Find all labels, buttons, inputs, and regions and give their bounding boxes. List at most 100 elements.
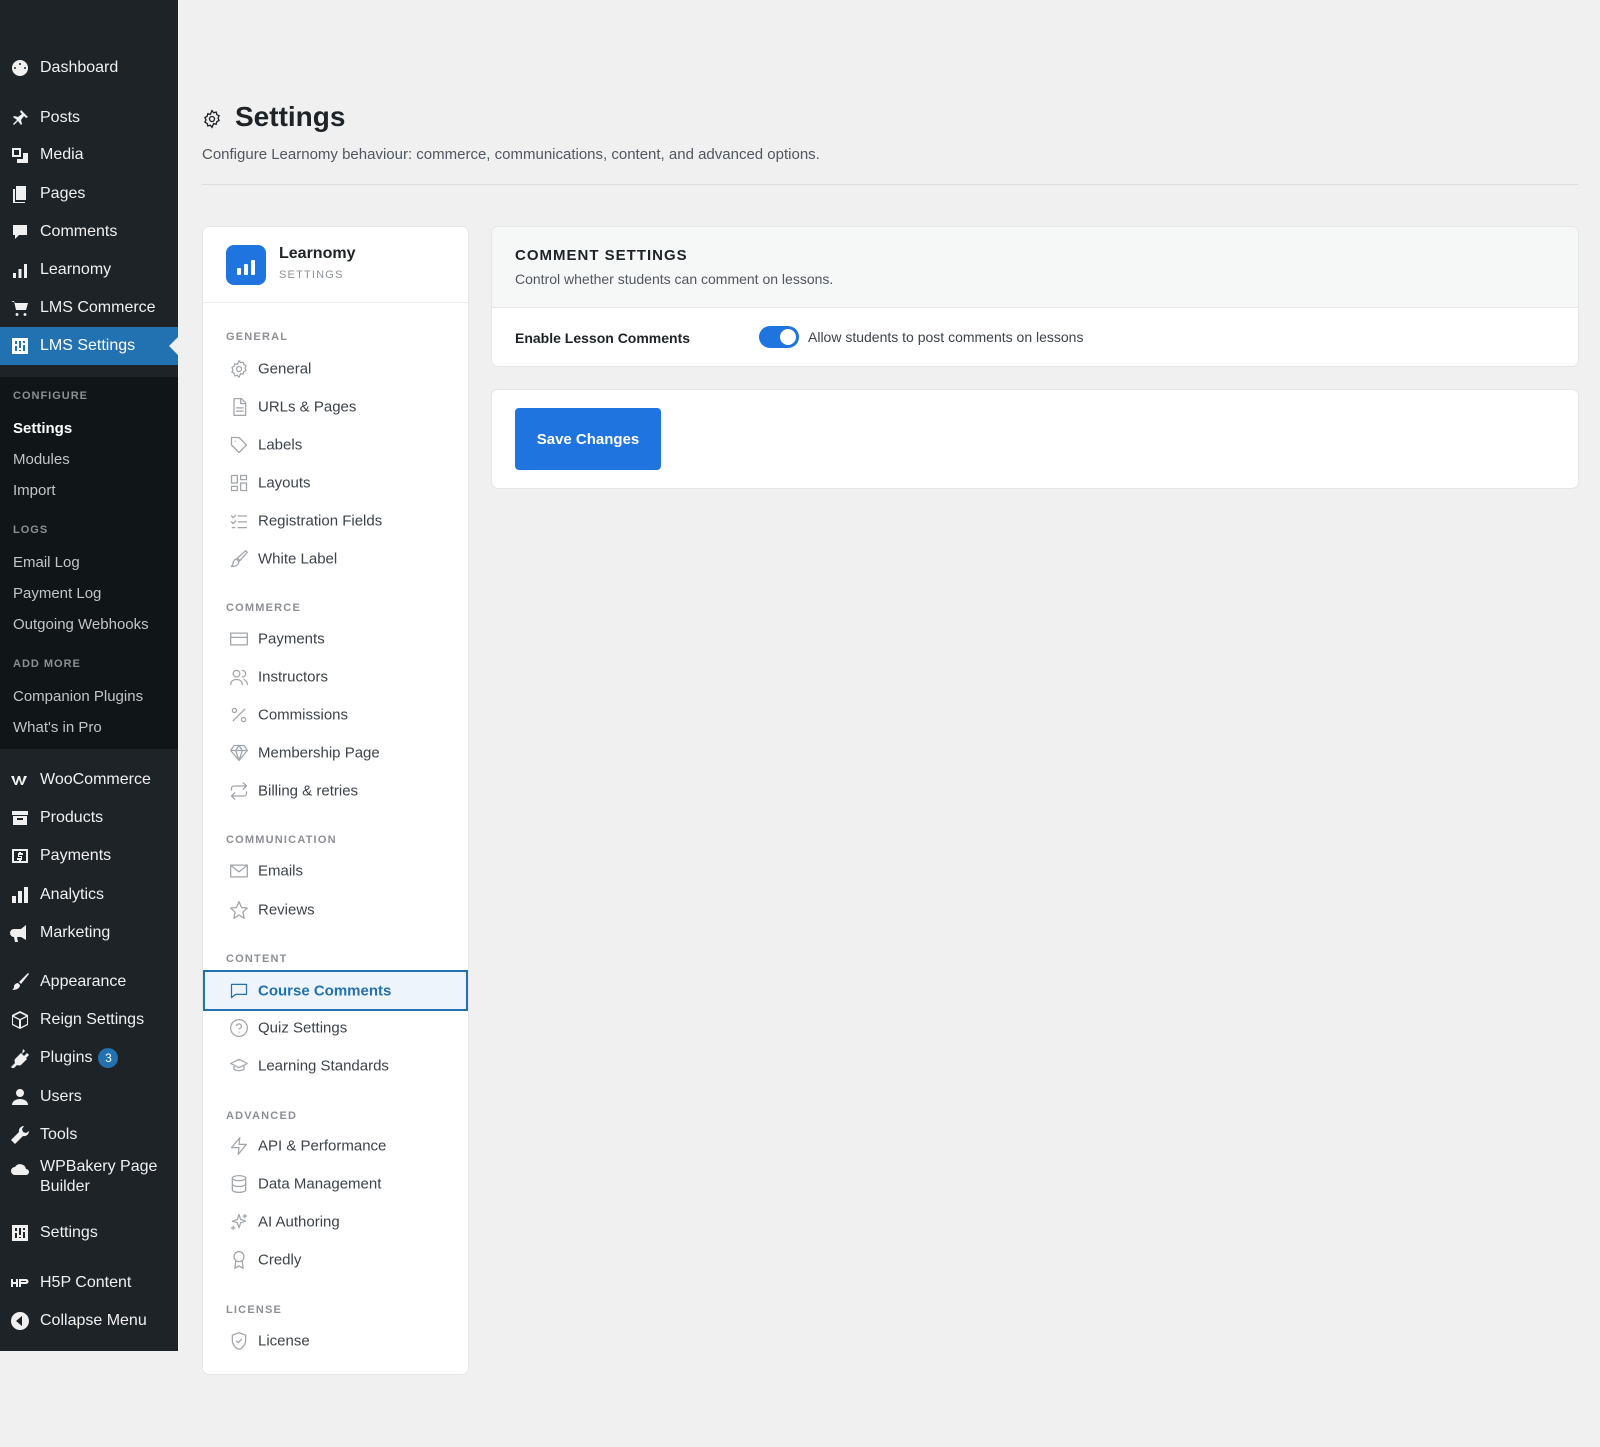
comment-icon: [229, 981, 249, 1001]
menu-settings[interactable]: Settings: [0, 1214, 178, 1252]
save-changes-button[interactable]: Save Changes: [515, 408, 661, 470]
nav-item-layouts[interactable]: Layouts: [203, 464, 468, 502]
document-icon: [229, 397, 249, 417]
comment-bubble-icon: [10, 222, 30, 242]
nav-item-emails[interactable]: Emails: [203, 852, 468, 890]
menu-users-label: Users: [40, 1088, 82, 1105]
nav-item-payments[interactable]: Payments: [203, 620, 468, 658]
enable-lesson-comments-toggle[interactable]: [759, 326, 799, 348]
nav-heading-general: GENERAL: [226, 331, 289, 343]
pin-icon: [10, 108, 30, 128]
archive-box-icon: [10, 808, 30, 828]
menu-learnomy-label: Learnomy: [40, 261, 112, 278]
submenu-email-log[interactable]: Email Log: [13, 554, 80, 571]
credit-card-icon: [229, 629, 249, 649]
menu-dashboard-label: Dashboard: [40, 59, 119, 76]
menu-lms-settings-label: LMS Settings: [40, 337, 136, 354]
nav-item-label: URLs & Pages: [258, 398, 357, 416]
wpbakery-label-line2: Builder: [40, 1178, 90, 1195]
menu-analytics[interactable]: Analytics: [0, 876, 178, 914]
menu-marketing[interactable]: Marketing: [0, 914, 178, 952]
nav-item-commissions[interactable]: Commissions: [203, 696, 468, 734]
wpbakery-label-line1: WPBakery Page: [40, 1158, 158, 1175]
nav-brand: Learnomy SETTINGS: [203, 227, 468, 303]
settings-sliders-icon: [10, 336, 30, 356]
nav-item-label: Learning Standards: [258, 1057, 389, 1075]
nav-item-registration-fields[interactable]: Registration Fields: [203, 502, 468, 540]
page-description: Configure Learnomy behaviour: commerce, …: [202, 146, 820, 163]
menu-woocommerce[interactable]: WooCommerce: [0, 761, 178, 799]
tag-icon: [229, 435, 249, 455]
menu-collapse[interactable]: Collapse Menu: [0, 1302, 178, 1340]
menu-appearance[interactable]: Appearance: [0, 963, 178, 1001]
nav-item-billing-retries[interactable]: Billing & retries: [203, 772, 468, 810]
menu-tools[interactable]: Tools: [0, 1116, 178, 1154]
card-title: COMMENT SETTINGS: [515, 247, 688, 264]
nav-item-data-management[interactable]: Data Management: [203, 1165, 468, 1203]
submenu-payment-log[interactable]: Payment Log: [13, 585, 101, 602]
menu-plugins-label: Plugins 3: [40, 1048, 119, 1068]
nav-item-credly[interactable]: Credly: [203, 1241, 468, 1279]
lightning-icon: [229, 1136, 249, 1156]
menu-products[interactable]: Products: [0, 799, 178, 837]
menu-reign-settings[interactable]: Reign Settings: [0, 1001, 178, 1039]
nav-item-api-performance[interactable]: API & Performance: [203, 1127, 468, 1165]
menu-comments-label: Comments: [40, 223, 118, 240]
submenu-companion-plugins[interactable]: Companion Plugins: [13, 688, 143, 705]
nav-item-ai-authoring[interactable]: AI Authoring: [203, 1203, 468, 1241]
nav-heading-commerce: COMMERCE: [226, 602, 301, 614]
user-icon: [10, 1087, 30, 1107]
nav-item-label: Emails: [258, 862, 304, 880]
submenu-settings[interactable]: Settings: [13, 420, 72, 437]
page-title: Settings: [235, 101, 346, 132]
nav-item-reviews[interactable]: Reviews: [203, 891, 468, 929]
nav-item-membership-page[interactable]: Membership Page: [203, 734, 468, 772]
menu-dashboard[interactable]: Dashboard: [0, 49, 178, 87]
menu-appearance-label: Appearance: [40, 973, 127, 990]
nav-item-label: API & Performance: [258, 1137, 387, 1155]
nav-item-license[interactable]: License: [203, 1322, 468, 1360]
menu-users[interactable]: Users: [0, 1078, 178, 1116]
submenu-whats-in-pro[interactable]: What's in Pro: [13, 719, 102, 736]
save-card: Save Changes: [492, 390, 1578, 488]
nav-item-general[interactable]: General: [203, 350, 468, 388]
menu-media[interactable]: Media: [0, 136, 178, 174]
dashboard-icon: [10, 58, 30, 78]
menu-wpbakery[interactable]: WPBakery Page Builder: [0, 1153, 178, 1201]
nav-item-labels[interactable]: Labels: [203, 426, 468, 464]
menu-plugins[interactable]: Plugins 3: [0, 1039, 178, 1077]
comment-settings-card: COMMENT SETTINGS Control whether student…: [492, 227, 1578, 366]
h5p-icon: [10, 1273, 30, 1293]
menu-h5p[interactable]: H5P Content: [0, 1264, 178, 1302]
nav-item-white-label[interactable]: White Label: [203, 540, 468, 578]
menu-pages[interactable]: Pages: [0, 175, 178, 213]
card-header: COMMENT SETTINGS Control whether student…: [492, 227, 1578, 308]
menu-learnomy[interactable]: Learnomy: [0, 251, 178, 289]
award-ribbon-icon: [229, 1250, 249, 1270]
menu-comments[interactable]: Comments: [0, 213, 178, 251]
nav-item-instructors[interactable]: Instructors: [203, 658, 468, 696]
nav-item-label: License: [258, 1332, 310, 1350]
menu-lms-settings[interactable]: LMS Settings: [0, 327, 178, 365]
plug-icon: [10, 1048, 30, 1068]
menu-payments[interactable]: Payments: [0, 837, 178, 875]
submenu-modules[interactable]: Modules: [13, 451, 70, 468]
dollar-icon: [10, 846, 30, 866]
nav-item-label: White Label: [258, 550, 338, 568]
menu-wpbakery-label: WPBakery Page Builder: [40, 1157, 157, 1197]
menu-lms-commerce[interactable]: LMS Commerce: [0, 289, 178, 327]
nav-item-learning-standards[interactable]: Learning Standards: [203, 1047, 468, 1085]
submenu-outgoing-webhooks[interactable]: Outgoing Webhooks: [13, 616, 149, 633]
diamond-icon: [229, 743, 249, 763]
menu-posts[interactable]: Posts: [0, 99, 178, 137]
nav-item-label: Billing & retries: [258, 782, 359, 800]
woocommerce-icon: [10, 770, 30, 790]
submenu-import[interactable]: Import: [13, 482, 56, 499]
nav-item-course-comments[interactable]: Course Comments: [203, 970, 468, 1011]
nav-heading-content: CONTENT: [226, 953, 288, 965]
nav-item-quiz-settings[interactable]: Quiz Settings: [203, 1009, 468, 1047]
nav-item-urls-pages[interactable]: URLs & Pages: [203, 388, 468, 426]
menu-analytics-label: Analytics: [40, 886, 105, 903]
paintbrush-icon: [229, 549, 249, 569]
submenu-heading-logs: LOGS: [13, 524, 49, 536]
